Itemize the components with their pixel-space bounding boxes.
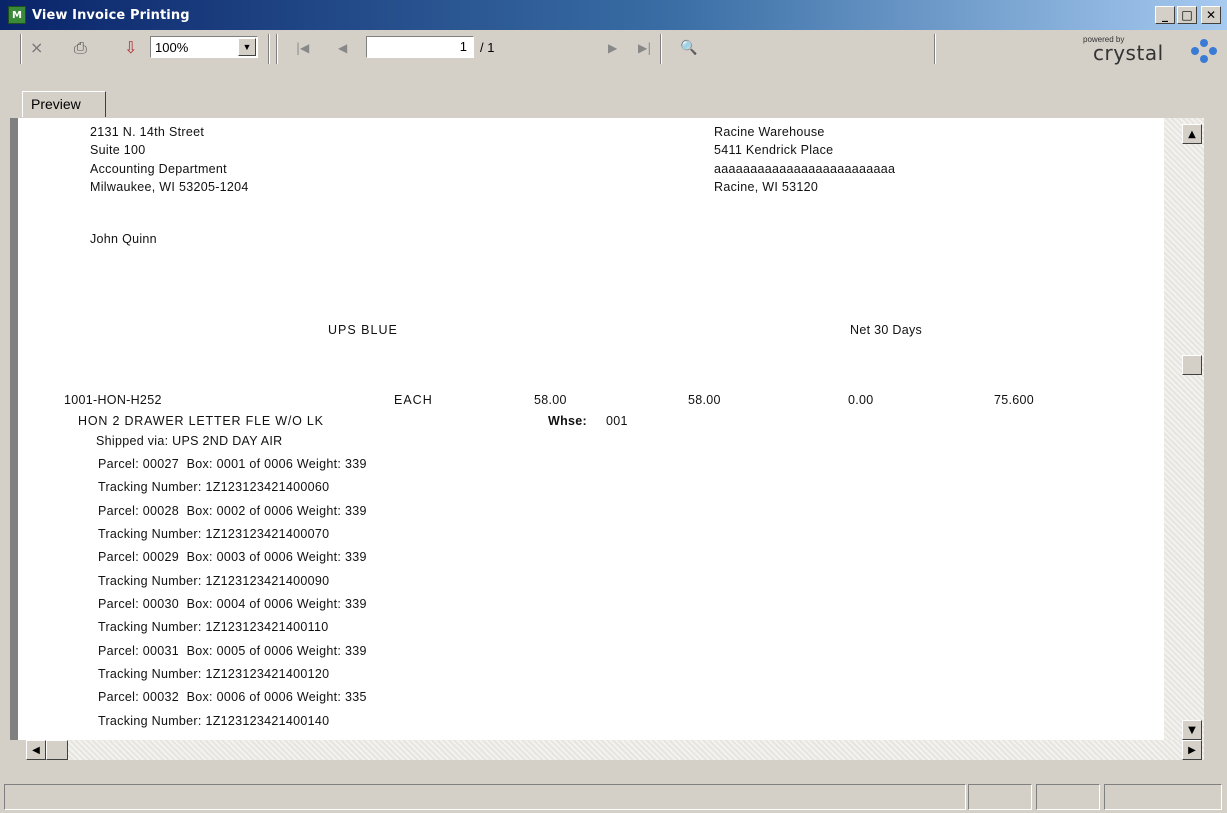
maximize-button[interactable]: □ (1177, 6, 1197, 24)
tracking-line: Tracking Number: 1Z123123421400090 (98, 574, 330, 588)
close-window-button[interactable]: ✕ (1201, 6, 1221, 24)
parcel-line: Parcel: 00029 Box: 0003 of 0006 Weight: … (98, 550, 367, 564)
status-bar (0, 782, 1227, 813)
toolbar-separator (660, 34, 662, 64)
parcel-line: Parcel: 00028 Box: 0002 of 0006 Weight: … (98, 504, 367, 518)
tracking-line: Tracking Number: 1Z123123421400110 (98, 620, 329, 634)
page-total: / 1 (480, 40, 495, 55)
whse-label: Whse: (548, 414, 587, 428)
crystal-dots-icon (1191, 39, 1217, 63)
ship-to-line: Racine, WI 53120 (714, 180, 819, 194)
quantity-backordered: 0.00 (848, 393, 874, 407)
scroll-up-button[interactable]: ▲ (1182, 124, 1202, 144)
tracking-line: Tracking Number: 1Z123123421400060 (98, 480, 330, 494)
zoom-select[interactable]: 100% ▼ (150, 36, 258, 58)
title-bar[interactable]: M View Invoice Printing _ □ ✕ (0, 0, 1227, 30)
item-description: HON 2 DRAWER LETTER FLE W/O LK (78, 414, 324, 428)
horizontal-scroll-thumb[interactable] (46, 740, 68, 760)
ship-via: UPS BLUE (328, 323, 398, 337)
status-panel (1104, 784, 1222, 810)
toolbar-separator (268, 34, 270, 64)
invoice-page: 2131 N. 14th Street Suite 100 Accounting… (18, 118, 1168, 740)
zoom-value: 100% (155, 39, 189, 55)
app-icon: M (8, 6, 26, 24)
ship-to-line: Racine Warehouse (714, 125, 825, 139)
export-icon[interactable]: ⇩ (124, 39, 137, 57)
crystal-brand: crystal (1093, 41, 1164, 65)
next-page-icon[interactable]: ▶ (608, 39, 617, 57)
vertical-scrollbar[interactable] (1164, 118, 1204, 740)
status-panel (968, 784, 1032, 810)
page-number-input[interactable]: 1 (366, 36, 474, 58)
quantity-shipped: 58.00 (688, 393, 721, 407)
window-controls: _ □ ✕ (1155, 6, 1221, 24)
tracking-line: Tracking Number: 1Z123123421400070 (98, 527, 330, 541)
print-icon[interactable]: ⎙ (74, 39, 87, 57)
scroll-right-button[interactable]: ▶ (1182, 740, 1202, 760)
chevron-down-icon[interactable]: ▼ (238, 38, 256, 56)
status-panel-main (4, 784, 966, 810)
bill-to-line: Accounting Department (90, 162, 227, 176)
unit-price: 75.600 (994, 393, 1035, 407)
last-page-icon[interactable]: ▶| (638, 39, 651, 57)
scroll-down-button[interactable]: ▼ (1182, 720, 1202, 740)
parcel-line: Parcel: 00032 Box: 0006 of 0006 Weight: … (98, 690, 367, 704)
bill-to-line: Milwaukee, WI 53205-1204 (90, 180, 249, 194)
previous-page-icon[interactable]: ◀ (338, 39, 347, 57)
ship-to-line: 5411 Kendrick Place (714, 143, 834, 157)
window-title: View Invoice Printing (32, 7, 190, 23)
whse-value: 001 (606, 414, 628, 428)
toolbar-separator (20, 34, 22, 64)
scroll-left-button[interactable]: ◀ (26, 740, 46, 760)
terms: Net 30 Days (850, 323, 923, 337)
bill-to-line: Suite 100 (90, 143, 146, 157)
tab-preview[interactable]: Preview (22, 91, 106, 117)
close-report-icon[interactable]: × (30, 39, 43, 57)
parcel-line: Parcel: 00030 Box: 0004 of 0006 Weight: … (98, 597, 367, 611)
crystal-logo: powered by crystal (1077, 35, 1217, 65)
parcel-line: Parcel: 00031 Box: 0005 of 0006 Weight: … (98, 644, 367, 658)
ship-to-line: aaaaaaaaaaaaaaaaaaaaaaaaa (714, 162, 896, 176)
quantity-ordered: 58.00 (534, 393, 567, 407)
bill-to-line: 2131 N. 14th Street (90, 125, 205, 139)
item-code: 1001-HON-H252 (64, 393, 162, 407)
search-icon[interactable]: 🔍 (680, 39, 697, 57)
parcel-line: Parcel: 00027 Box: 0001 of 0006 Weight: … (98, 457, 367, 471)
report-viewport[interactable]: 2131 N. 14th Street Suite 100 Accounting… (10, 118, 1204, 740)
tracking-line: Tracking Number: 1Z123123421400120 (98, 667, 330, 681)
status-panel (1036, 784, 1100, 810)
horizontal-scrollbar[interactable] (26, 740, 1204, 760)
vertical-scroll-thumb[interactable] (1182, 355, 1202, 375)
item-unit: EACH (394, 393, 433, 407)
toolbar-separator (276, 34, 278, 64)
shipped-via: Shipped via: UPS 2ND DAY AIR (96, 434, 283, 448)
contact-name: John Quinn (90, 232, 157, 246)
toolbar: × ⎙ ⇩ 100% ▼ |◀ ◀ 1 / 1 ▶ ▶| 🔍 powered b… (0, 31, 1227, 89)
toolbar-separator (934, 34, 936, 64)
first-page-icon[interactable]: |◀ (296, 39, 309, 57)
minimize-button[interactable]: _ (1155, 6, 1175, 24)
tracking-line: Tracking Number: 1Z123123421400140 (98, 714, 330, 728)
